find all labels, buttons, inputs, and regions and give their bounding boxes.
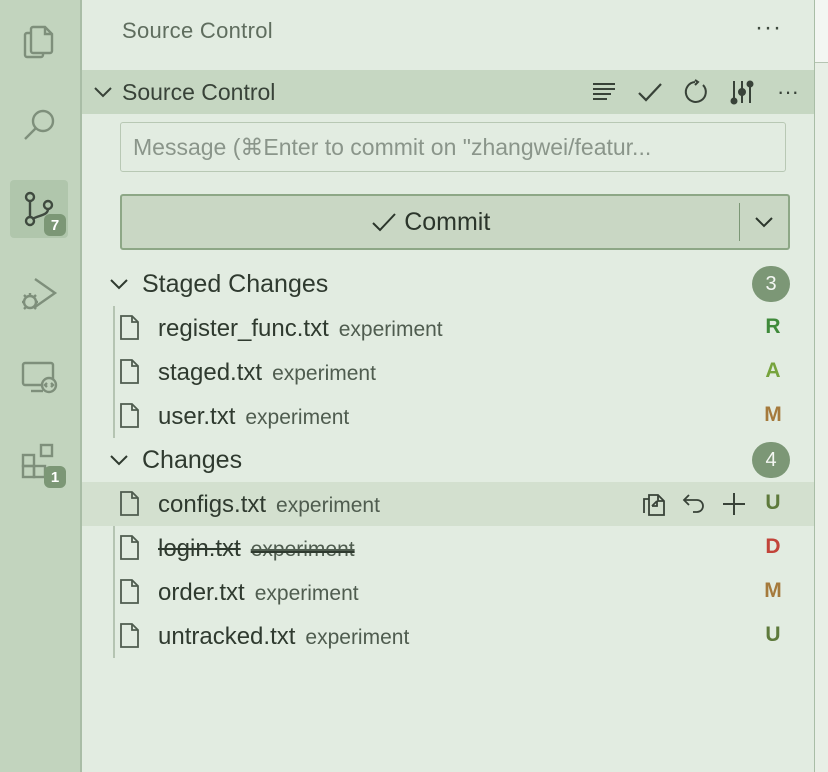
- plus-icon: [723, 493, 745, 515]
- source-control-button[interactable]: 7: [10, 180, 68, 238]
- file-icon: [120, 359, 139, 384]
- file-icon: [120, 535, 139, 560]
- source-control-section-header[interactable]: Source Control ···: [82, 70, 814, 114]
- open-file-icon: [643, 494, 665, 516]
- file-dir: experiment: [254, 582, 359, 605]
- file-status: A: [765, 359, 781, 382]
- commit-check-button[interactable]: [634, 76, 666, 108]
- list-item[interactable]: untracked.txt experiment U: [82, 614, 814, 658]
- check-icon: [372, 213, 396, 232]
- chevron-down-icon: [110, 455, 128, 466]
- changes-header[interactable]: Changes 4: [82, 438, 814, 482]
- remote-explorer-button[interactable]: [10, 348, 68, 406]
- commit-button-group: Commit: [120, 194, 790, 250]
- chevron-down-icon: [110, 279, 128, 290]
- file-name: login.txt: [158, 535, 241, 562]
- explorer-button[interactable]: [10, 12, 68, 70]
- file-icon: [120, 579, 139, 604]
- graph-button[interactable]: [726, 76, 758, 108]
- staged-changes-header[interactable]: Staged Changes 3: [82, 262, 814, 306]
- remote-explorer-icon: [21, 361, 58, 394]
- source-control-badge: 7: [44, 214, 66, 236]
- changes-count-badge: 4: [752, 442, 790, 478]
- file-status: R: [765, 315, 781, 338]
- chevron-down-icon: [755, 217, 773, 228]
- file-name: register_func.txt: [158, 315, 329, 342]
- chevron-down-icon: [94, 87, 112, 98]
- view-title: Source Control: [122, 18, 273, 43]
- commit-dropdown-button[interactable]: [740, 196, 788, 248]
- file-status: D: [765, 535, 781, 558]
- stage-changes-button[interactable]: [718, 488, 750, 520]
- open-file-button[interactable]: [638, 488, 670, 520]
- activity-bar: 7 1: [0, 0, 82, 772]
- refresh-icon: [684, 79, 707, 103]
- list-item[interactable]: staged.txt experiment A: [82, 350, 814, 394]
- run-debug-icon: [22, 278, 58, 310]
- files-icon: [23, 25, 54, 59]
- graph-icon: [730, 80, 754, 105]
- file-name: untracked.txt: [158, 623, 296, 650]
- file-dir: experiment: [250, 538, 355, 561]
- file-status: M: [764, 403, 782, 426]
- list-item[interactable]: login.txt experiment D: [82, 526, 814, 570]
- discard-icon: [682, 494, 704, 513]
- editor-tab-strip: [815, 0, 828, 63]
- extensions-badge: 1: [44, 466, 66, 488]
- file-name: user.txt: [158, 403, 236, 430]
- commit-button-label: Commit: [404, 207, 491, 236]
- view-as-tree-icon: [593, 83, 615, 100]
- file-icon: [120, 623, 139, 648]
- run-debug-button[interactable]: [10, 264, 68, 322]
- section-title: Source Control: [122, 79, 276, 105]
- group-title: Staged Changes: [142, 270, 329, 298]
- file-dir: experiment: [272, 362, 376, 385]
- discard-changes-button[interactable]: [678, 488, 710, 520]
- editor-area-edge: [814, 0, 828, 772]
- list-item[interactable]: configs.txt experiment U: [82, 482, 814, 526]
- view-as-tree-button[interactable]: [588, 76, 620, 108]
- list-item[interactable]: user.txt experiment M: [82, 394, 814, 438]
- file-name: configs.txt: [158, 491, 267, 518]
- file-icon: [120, 403, 139, 428]
- refresh-button[interactable]: [680, 76, 712, 108]
- list-item[interactable]: register_func.txt experiment R: [82, 306, 814, 350]
- source-control-sidebar: Source Control ··· Source Control ··· Me…: [82, 0, 814, 772]
- file-status: U: [765, 623, 781, 646]
- list-item[interactable]: order.txt experiment M: [82, 570, 814, 614]
- file-status: M: [764, 579, 782, 602]
- commit-button[interactable]: Commit: [122, 196, 739, 248]
- file-dir: experiment: [338, 318, 443, 341]
- file-name: order.txt: [158, 579, 245, 606]
- view-more-button[interactable]: ···: [755, 14, 782, 42]
- file-name: staged.txt: [158, 359, 263, 386]
- search-button[interactable]: [10, 96, 68, 154]
- file-status: U: [765, 491, 781, 514]
- section-more-button[interactable]: ···: [772, 76, 804, 108]
- group-title: Changes: [142, 446, 243, 474]
- file-dir: experiment: [245, 406, 350, 429]
- extensions-button[interactable]: 1: [10, 432, 68, 490]
- file-dir: experiment: [276, 494, 380, 517]
- commit-message-input[interactable]: [120, 122, 786, 172]
- file-dir: experiment: [305, 626, 410, 649]
- search-icon: [24, 109, 55, 140]
- commit-check-icon: [638, 83, 662, 102]
- staged-count-badge: 3: [752, 266, 790, 302]
- file-icon: [120, 491, 139, 516]
- file-icon: [120, 315, 139, 340]
